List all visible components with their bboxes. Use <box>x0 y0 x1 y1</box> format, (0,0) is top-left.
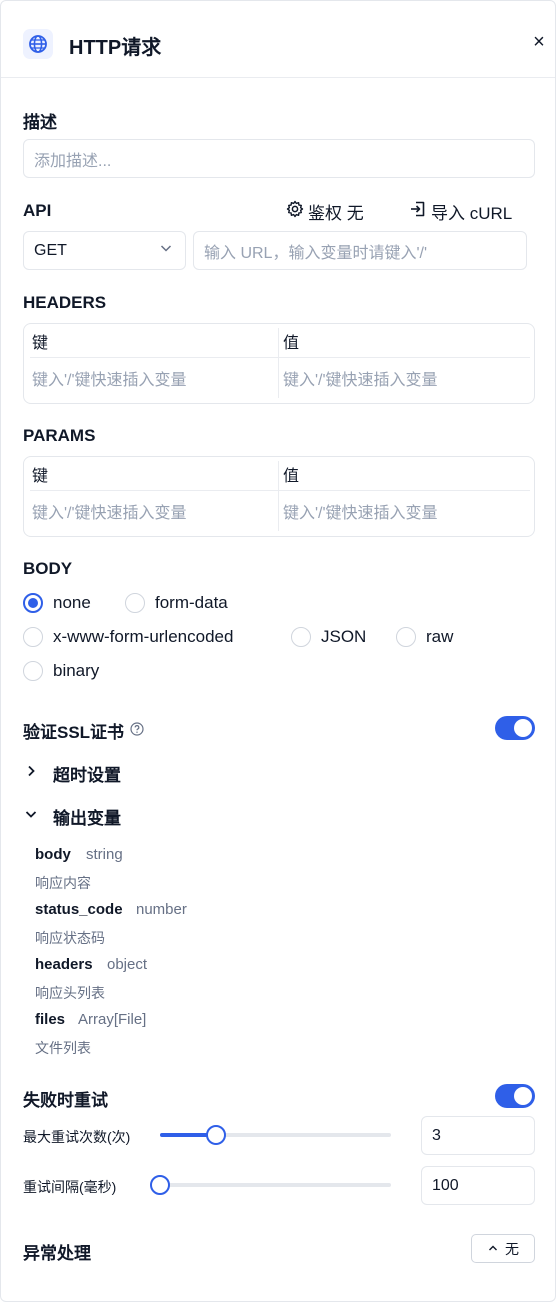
retry-interval-slider[interactable] <box>150 1175 391 1195</box>
ssl-label: 验证SSL证书 <box>23 723 125 742</box>
max-retries-slider[interactable] <box>160 1125 391 1145</box>
timeout-label: 超时设置 <box>53 766 121 785</box>
radio-icon <box>23 661 43 681</box>
help-icon[interactable] <box>130 721 144 741</box>
url-input[interactable]: 输入 URL，输入变量时请键入'/' <box>193 231 527 270</box>
output-var-desc: 文件列表 <box>35 1040 91 1056</box>
body-option-urlencoded[interactable]: x-www-form-urlencoded <box>23 627 233 647</box>
body-option-label: raw <box>426 627 454 646</box>
close-icon[interactable]: × <box>529 32 549 52</box>
output-var-name: headers <box>35 956 93 973</box>
panel-title: HTTP请求 <box>69 37 162 59</box>
headers-value-header: 值 <box>283 335 300 352</box>
chevron-down-icon <box>23 806 39 827</box>
body-option-label: none <box>53 593 91 612</box>
headers-key-header: 键 <box>32 335 49 352</box>
radio-icon <box>125 593 145 613</box>
body-option-label: form-data <box>155 593 228 612</box>
output-section-toggle[interactable]: 输出变量 <box>23 804 121 829</box>
body-option-form-data[interactable]: form-data <box>125 593 228 613</box>
body-option-label: x-www-form-urlencoded <box>53 627 234 646</box>
retry-toggle[interactable] <box>495 1084 535 1108</box>
retry-interval-input[interactable]: 100 <box>421 1166 535 1205</box>
ssl-row: 验证SSL证书 <box>23 718 144 743</box>
slider-thumb[interactable] <box>150 1175 170 1195</box>
output-var-type: object <box>107 956 148 973</box>
output-var-name: status_code <box>35 901 123 918</box>
body-option-json[interactable]: JSON <box>291 627 366 647</box>
radio-icon <box>23 627 43 647</box>
headers-key-input[interactable]: 键入'/'键快速插入变量 <box>32 359 272 397</box>
column-divider <box>278 328 279 398</box>
body-option-label: binary <box>53 661 100 680</box>
body-option-raw[interactable]: raw <box>396 627 453 647</box>
params-label: PARAMS <box>23 426 96 445</box>
timeout-section-toggle[interactable]: 超时设置 <box>23 761 121 786</box>
error-handling-select[interactable]: 无 <box>471 1234 535 1263</box>
output-var-type: string <box>86 846 123 863</box>
radio-icon <box>396 627 416 647</box>
body-option-label: JSON <box>321 627 367 646</box>
radio-selected-icon <box>23 593 43 613</box>
body-option-binary[interactable]: binary <box>23 661 99 681</box>
error-handling-value: 无 <box>505 1240 519 1257</box>
description-input[interactable]: 添加描述... <box>23 139 535 178</box>
retry-interval-label: 重试间隔(毫秒) <box>23 1179 117 1195</box>
max-retries-label: 最大重试次数(次) <box>23 1129 131 1145</box>
auth-button[interactable]: 鉴权 无 <box>286 199 364 224</box>
auth-label: 鉴权 无 <box>308 204 364 223</box>
api-label: API <box>23 201 52 220</box>
column-divider <box>278 461 279 531</box>
output-label: 输出变量 <box>53 809 121 828</box>
retry-interval-value: 100 <box>432 1176 459 1194</box>
http-request-panel: HTTP请求 × 描述 添加描述... API 鉴权 无 导入 cURL GET <box>0 0 556 1302</box>
output-var-desc: 响应头列表 <box>35 985 105 1001</box>
method-value: GET <box>34 241 67 259</box>
headers-table: 键 值 键入'/'键快速插入变量 键入'/'键快速插入变量 <box>23 323 535 404</box>
params-value-input[interactable]: 键入'/'键快速插入变量 <box>283 492 523 530</box>
output-var-type: Array[File] <box>78 1011 147 1028</box>
body-option-none[interactable]: none <box>23 593 91 613</box>
params-value-header: 值 <box>283 468 300 485</box>
max-retries-value: 3 <box>432 1126 441 1144</box>
params-table: 键 值 键入'/'键快速插入变量 键入'/'键快速插入变量 <box>23 456 535 537</box>
slider-thumb[interactable] <box>206 1125 227 1145</box>
error-handling-label: 异常处理 <box>23 1244 91 1263</box>
panel-header: HTTP请求 × <box>1 1 555 78</box>
retry-label: 失败时重试 <box>23 1091 108 1110</box>
output-var-desc: 响应状态码 <box>35 930 105 946</box>
output-var-name: body <box>35 846 71 863</box>
import-curl-button[interactable]: 导入 cURL <box>409 199 512 224</box>
params-key-header: 键 <box>32 468 49 485</box>
import-label: 导入 cURL <box>431 204 513 223</box>
gear-icon <box>286 200 304 223</box>
body-label: BODY <box>23 559 73 578</box>
headers-value-input[interactable]: 键入'/'键快速插入变量 <box>283 359 523 397</box>
description-placeholder: 添加描述... <box>34 152 112 170</box>
params-key-input[interactable]: 键入'/'键快速插入变量 <box>32 492 272 530</box>
output-var-name: files <box>35 1011 66 1028</box>
output-var-type: number <box>136 901 187 918</box>
max-retries-input[interactable]: 3 <box>421 1116 535 1155</box>
chevron-up-icon <box>487 1241 499 1257</box>
globe-icon <box>23 29 53 59</box>
url-placeholder: 输入 URL，输入变量时请键入'/' <box>204 244 428 262</box>
chevron-down-icon <box>159 241 173 260</box>
ssl-toggle[interactable] <box>495 716 535 740</box>
radio-icon <box>291 627 311 647</box>
import-icon <box>409 200 427 223</box>
description-label: 描述 <box>23 113 57 132</box>
method-select[interactable]: GET <box>23 231 186 270</box>
output-var-desc: 响应内容 <box>35 875 91 891</box>
chevron-right-icon <box>23 763 39 784</box>
headers-label: HEADERS <box>23 293 107 312</box>
